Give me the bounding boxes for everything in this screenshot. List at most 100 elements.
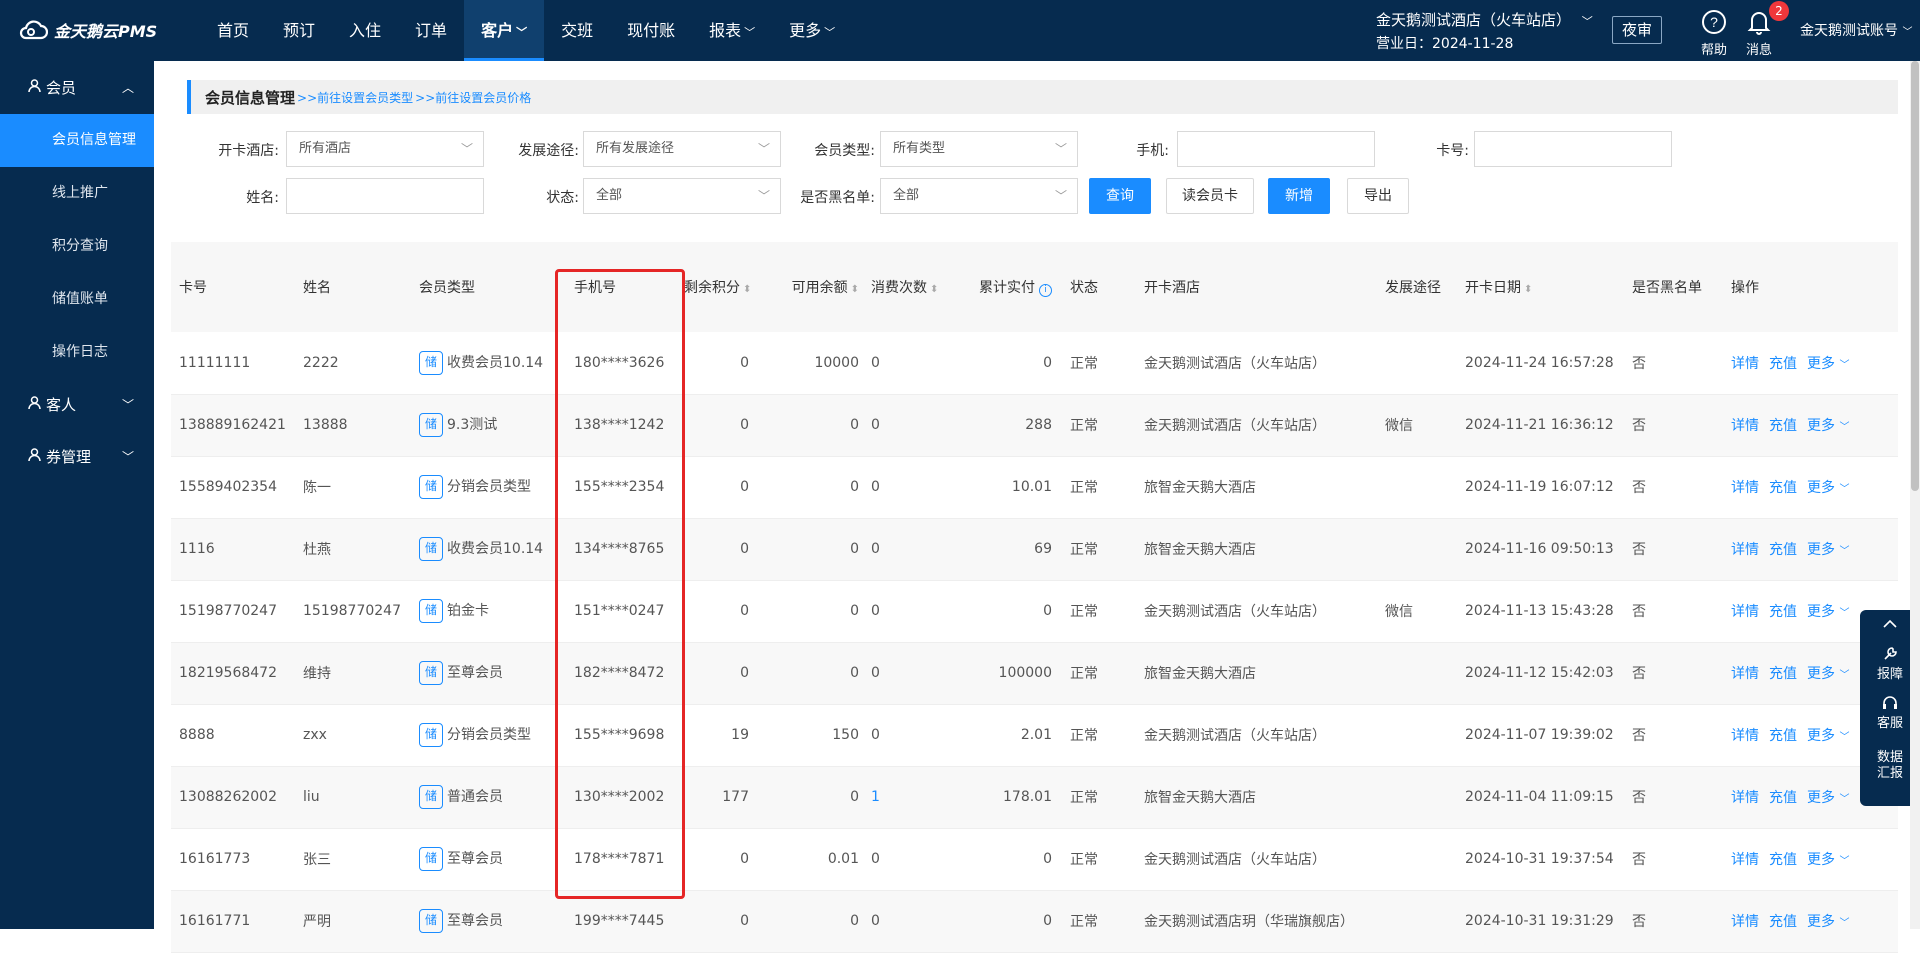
more-link[interactable]: 更多 ﹀	[1807, 356, 1849, 372]
detail-link[interactable]: 详情	[1731, 480, 1759, 496]
nav-more[interactable]: 更多 ﹀	[772, 0, 852, 61]
recharge-link[interactable]: 充值	[1769, 356, 1797, 372]
query-button[interactable]: 查询	[1089, 178, 1151, 214]
stored-value-tag: 储	[419, 599, 443, 623]
blacklist-select[interactable]: 全部 ﹀	[880, 178, 1078, 214]
channel-select[interactable]: 所有发展途径 ﹀	[583, 131, 781, 167]
detail-link[interactable]: 详情	[1731, 356, 1759, 372]
detail-link[interactable]: 详情	[1731, 790, 1759, 806]
card-number-input[interactable]	[1474, 131, 1672, 167]
col-date[interactable]: 开卡日期 ⬍	[1457, 242, 1624, 332]
account-menu[interactable]: 金天鹅测试账号 ﹀	[1800, 20, 1912, 40]
detail-link[interactable]: 详情	[1731, 418, 1759, 434]
recharge-link[interactable]: 充值	[1769, 418, 1797, 434]
cell-count: 0	[869, 828, 939, 891]
more-link[interactable]: 更多 ﹀	[1807, 728, 1849, 744]
member-type-select-value: 所有类型	[893, 141, 946, 156]
detail-link[interactable]: 详情	[1731, 666, 1759, 682]
cell-phone: 180****3626	[562, 332, 680, 395]
cell-count: 0	[869, 394, 939, 457]
info-icon[interactable]: i	[1039, 284, 1052, 297]
hotel-selector[interactable]: 金天鹅测试酒店（火车站店） ﹀ 营业日：2024-11-28	[1376, 9, 1593, 53]
cell-status: 正常	[1062, 642, 1136, 705]
cell-channel	[1377, 518, 1457, 581]
page-scrollbar[interactable]	[1910, 61, 1920, 929]
sidebar-item-member-info[interactable]: 会员信息管理	[0, 114, 154, 167]
more-link[interactable]: 更多 ﹀	[1807, 914, 1849, 930]
col-points[interactable]: 剩余积分 ⬍	[680, 242, 759, 332]
more-link[interactable]: 更多 ﹀	[1807, 542, 1849, 558]
recharge-link[interactable]: 充值	[1769, 604, 1797, 620]
hotel-select[interactable]: 所有酒店 ﹀	[286, 131, 484, 167]
sidebar-group-members[interactable]: 会员 ︿	[0, 62, 154, 114]
cell-card: 8888	[171, 704, 295, 767]
detail-link[interactable]: 详情	[1731, 852, 1759, 868]
nav-cash-account[interactable]: 现付账	[610, 0, 692, 61]
status-select[interactable]: 全部 ﹀	[583, 178, 781, 214]
more-link[interactable]: 更多 ﹀	[1807, 852, 1849, 868]
export-button[interactable]: 导出	[1347, 178, 1409, 214]
recharge-link[interactable]: 充值	[1769, 914, 1797, 930]
recharge-link[interactable]: 充值	[1769, 542, 1797, 558]
nav-booking[interactable]: 预订	[266, 0, 332, 61]
more-link[interactable]: 更多 ﹀	[1807, 604, 1849, 620]
sidebar-group-guests[interactable]: 客人 ﹀	[0, 379, 154, 431]
nav-cash-account-label: 现付账	[627, 21, 676, 40]
more-link[interactable]: 更多 ﹀	[1807, 790, 1849, 806]
recharge-link[interactable]: 充值	[1769, 790, 1797, 806]
col-count[interactable]: 消费次数 ⬍	[869, 242, 939, 332]
blacklist-filter-label: 是否黑名单:	[800, 190, 875, 206]
detail-link[interactable]: 详情	[1731, 604, 1759, 620]
col-balance[interactable]: 可用余额 ⬍	[759, 242, 869, 332]
help-button[interactable]: ? 帮助	[1697, 9, 1731, 58]
sidebar-group-coupons[interactable]: 券管理 ﹀	[0, 431, 154, 483]
sidebar-item-operation-log[interactable]: 操作日志	[0, 326, 154, 379]
more-link-label: 更多	[1807, 852, 1835, 868]
detail-link[interactable]: 详情	[1731, 914, 1759, 930]
recharge-link[interactable]: 充值	[1769, 666, 1797, 682]
recharge-link[interactable]: 充值	[1769, 728, 1797, 744]
sidebar-item-online-promo[interactable]: 线上推广	[0, 167, 154, 220]
chevron-down-icon: ﹀	[1839, 608, 1850, 619]
cell-hotel: 旅智金天鹅大酒店	[1136, 456, 1377, 519]
add-member-button[interactable]: 新增	[1268, 178, 1330, 214]
page-header: 会员信息管理 >>前往设置会员类型 >>前往设置会员价格	[187, 80, 1898, 114]
sidebar: 会员 ︿ 会员信息管理 线上推广 积分查询 储值账单 操作日志 客人 ﹀ 券管理…	[0, 61, 154, 929]
member-type-select[interactable]: 所有类型 ﹀	[880, 131, 1078, 167]
link-member-types[interactable]: >>前往设置会员类型	[297, 89, 413, 106]
nav-checkin[interactable]: 入住	[332, 0, 398, 61]
scrollbar-thumb[interactable]	[1911, 61, 1919, 491]
nav-orders[interactable]: 订单	[398, 0, 464, 61]
night-audit-button[interactable]: 夜审	[1612, 16, 1662, 44]
cell-balance: 0	[759, 456, 869, 519]
detail-link[interactable]: 详情	[1731, 542, 1759, 558]
sidebar-item-points-query[interactable]: 积分查询	[0, 220, 154, 273]
app-logo[interactable]: 金天鹅云PMS	[18, 18, 157, 42]
nav-reports[interactable]: 报表 ﹀	[692, 0, 772, 61]
messages-button[interactable]: 2 消息	[1742, 1, 1789, 58]
cell-ops: 详情 充值 更多 ﹀	[1723, 456, 1898, 519]
nav-customers[interactable]: 客户 ﹀	[464, 0, 545, 61]
recharge-link[interactable]: 充值	[1769, 480, 1797, 496]
cell-channel	[1377, 766, 1457, 829]
detail-link[interactable]: 详情	[1731, 728, 1759, 744]
cell-blacklist: 否	[1624, 580, 1723, 643]
read-card-button[interactable]: 读会员卡	[1166, 178, 1254, 214]
chevron-down-icon: ﹀	[516, 26, 528, 39]
more-link[interactable]: 更多 ﹀	[1807, 418, 1849, 434]
more-link[interactable]: 更多 ﹀	[1807, 666, 1849, 682]
nav-shift[interactable]: 交班	[544, 0, 610, 61]
cell-blacklist: 否	[1624, 766, 1723, 829]
cell-paid: 2.01	[939, 704, 1062, 767]
cell-paid: 0	[939, 332, 1062, 395]
nav-home[interactable]: 首页	[200, 0, 266, 61]
cell-ops: 详情 充值 更多 ﹀	[1723, 394, 1898, 457]
phone-input[interactable]	[1177, 131, 1375, 167]
name-input[interactable]	[286, 178, 484, 214]
table-row: 16161771 严明储至尊会员 199****7445 0 0 0 0 正常 金天鹅测试酒店玥…	[171, 890, 1898, 953]
link-member-prices[interactable]: >>前往设置会员价格	[415, 89, 531, 106]
cell-hotel: 金天鹅测试酒店（火车站店）	[1136, 394, 1377, 457]
sidebar-item-stored-value[interactable]: 储值账单	[0, 273, 154, 326]
recharge-link[interactable]: 充值	[1769, 852, 1797, 868]
more-link[interactable]: 更多 ﹀	[1807, 480, 1849, 496]
